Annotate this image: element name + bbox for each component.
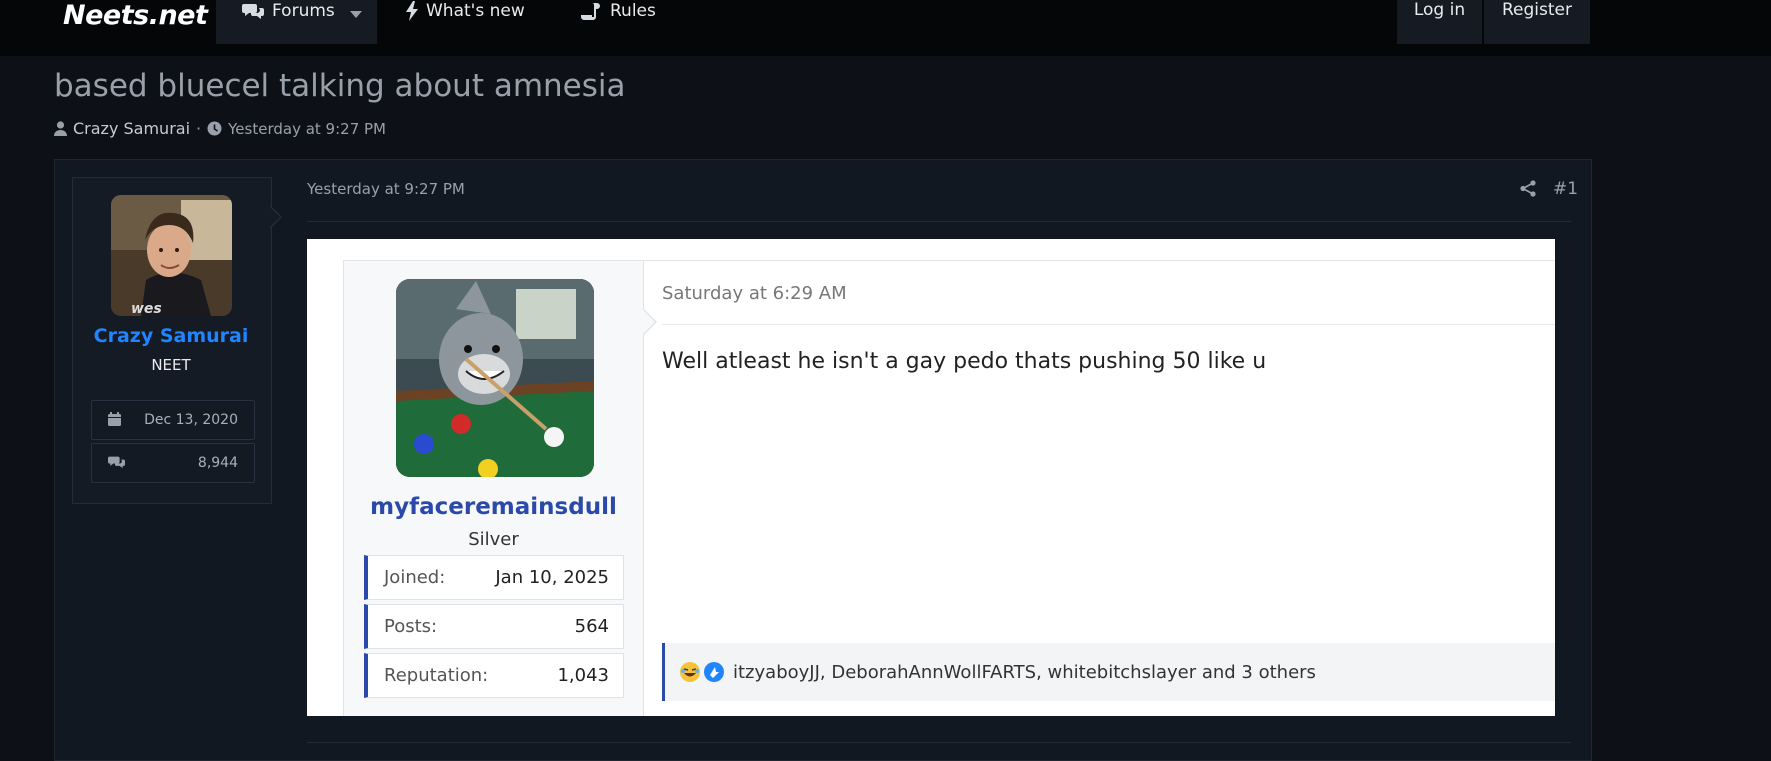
screenshot-message: Well atleast he isn't a gay pedo thats p… xyxy=(662,349,1267,374)
forums-dropdown-toggle[interactable] xyxy=(350,4,362,23)
screenshot-reactions-bar: itzyaboyJJ, DeborahAnnWollFARTS, whitebi… xyxy=(662,643,1555,701)
laugh-emoji-icon xyxy=(680,662,700,682)
screenshot-reputation-label: Reputation: xyxy=(384,665,489,686)
nav-whats-new-label: What's new xyxy=(426,1,525,21)
bolt-icon xyxy=(406,1,418,21)
user-messages-stat: 8,944 xyxy=(91,443,255,483)
nav-whats-new-link[interactable]: What's new xyxy=(406,0,525,22)
screenshot-username: myfaceremainsdull xyxy=(370,494,617,520)
post-number-link[interactable]: #1 xyxy=(1553,179,1578,199)
screenshot-divider xyxy=(662,324,1555,325)
register-label: Register xyxy=(1502,0,1572,20)
screenshot-reputation-row: Reputation: 1,043 xyxy=(364,653,624,698)
share-button[interactable] xyxy=(1520,180,1536,201)
calendar-icon xyxy=(108,412,121,426)
scroll-icon xyxy=(581,3,600,20)
nav-rules-label: Rules xyxy=(610,1,656,21)
blue-reaction-icon xyxy=(704,662,724,682)
user-joined-value: Dec 13, 2020 xyxy=(144,412,238,428)
user-icon xyxy=(54,121,67,136)
screenshot-reactions-text: itzyaboyJJ, DeborahAnnWollFARTS, whitebi… xyxy=(733,661,1316,683)
screenshot-date: Saturday at 6:29 AM xyxy=(662,283,847,304)
shark-pool-image xyxy=(396,279,594,477)
comments-icon xyxy=(108,456,125,469)
screenshot-user-title: Silver xyxy=(468,529,519,550)
login-label: Log in xyxy=(1413,0,1466,20)
screenshot-avatar xyxy=(396,279,594,477)
post-date-link[interactable]: Yesterday at 9:27 PM xyxy=(307,180,465,198)
screenshot-user-cell: myfaceremainsdull Silver Joined: Jan 10,… xyxy=(344,261,644,716)
reaction-icons xyxy=(679,661,725,683)
post-divider xyxy=(307,221,1571,222)
screenshot-joined-row: Joined: Jan 10, 2025 xyxy=(364,555,624,600)
meta-separator: · xyxy=(196,119,202,138)
avatar[interactable]: wes xyxy=(111,195,232,316)
clock-icon xyxy=(207,121,222,136)
comments-icon xyxy=(242,4,264,19)
nav-forums-label: Forums xyxy=(272,1,335,21)
register-button[interactable]: Register xyxy=(1484,0,1590,44)
screenshot-joined-value: Jan 10, 2025 xyxy=(495,567,609,588)
screenshot-posts-row: Posts: 564 xyxy=(364,604,624,649)
svg-text:wes: wes xyxy=(131,301,162,316)
nav-rules-link[interactable]: Rules xyxy=(580,0,656,22)
user-messages-value: 8,944 xyxy=(197,455,238,471)
thread-title: based bluecel talking about amnesia xyxy=(54,68,626,104)
screenshot-reputation-value: 1,043 xyxy=(557,665,609,686)
screenshot-post: myfaceremainsdull Silver Joined: Jan 10,… xyxy=(343,260,1555,716)
post-user-title: NEET xyxy=(151,356,191,374)
avatar-image: wes xyxy=(111,195,232,316)
site-logo[interactable]: Neets.net xyxy=(63,0,208,31)
user-cell-arrow-inner xyxy=(269,206,280,228)
share-icon xyxy=(1520,180,1536,197)
screenshot-posts-label: Posts: xyxy=(384,616,438,637)
nav-forums-link[interactable]: Forums xyxy=(242,0,335,22)
embedded-screenshot[interactable]: myfaceremainsdull Silver Joined: Jan 10,… xyxy=(307,239,1555,716)
screenshot-arrow-inner xyxy=(642,309,655,335)
post-username-link[interactable]: Crazy Samurai xyxy=(72,325,270,347)
screenshot-posts-value: 564 xyxy=(574,616,609,637)
screenshot-joined-label: Joined: xyxy=(384,567,446,588)
login-button[interactable]: Log in xyxy=(1397,0,1482,44)
thread-author-link[interactable]: Crazy Samurai xyxy=(73,119,190,138)
user-joined-stat: Dec 13, 2020 xyxy=(91,400,255,440)
thread-time-link[interactable]: Yesterday at 9:27 PM xyxy=(228,120,386,138)
caret-down-icon xyxy=(350,11,362,18)
post-footer-divider xyxy=(307,742,1571,743)
thread-meta: Crazy Samurai · Yesterday at 9:27 PM xyxy=(54,119,386,138)
